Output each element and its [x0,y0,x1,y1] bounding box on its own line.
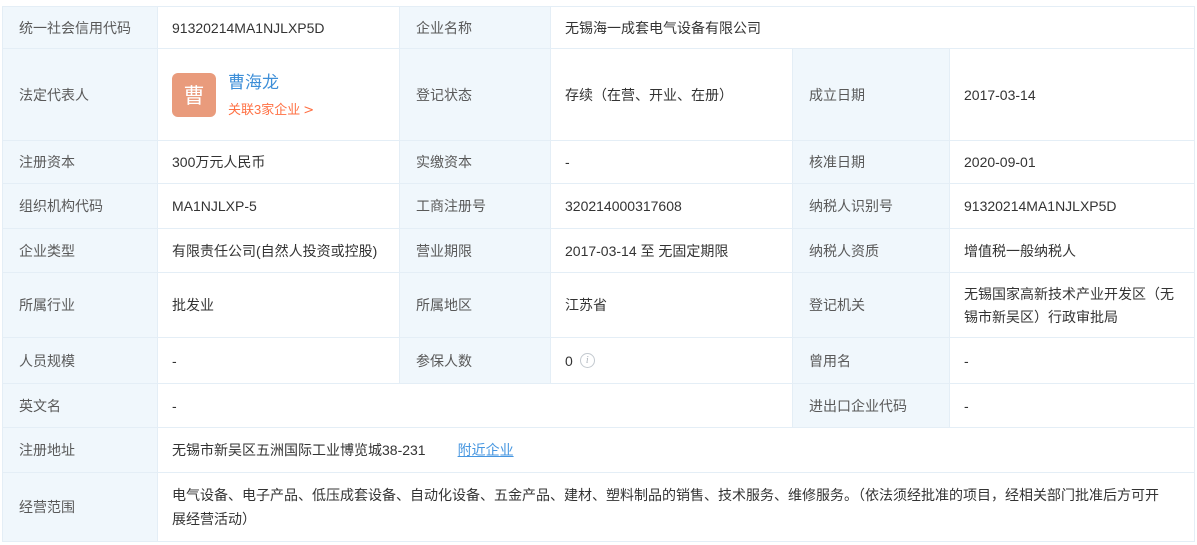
field-value-paid-capital: - [551,141,793,183]
field-label-reg-status: 登记状态 [400,49,551,140]
field-label-legal-rep: 法定代表人 [3,49,158,140]
table-row: 组织机构代码 MA1NJLXP-5 工商注册号 320214000317608 … [3,184,1194,229]
field-value-company-type: 有限责任公司(自然人投资或控股) [158,229,400,272]
nearby-companies-link[interactable]: 附近企业 [458,440,514,460]
field-value-establish-date: 2017-03-14 [950,49,1194,140]
field-value-english-name: - [158,384,793,427]
table-row: 经营范围 电气设备、电子产品、低压成套设备、自动化设备、五金产品、建材、塑料制品… [3,473,1194,541]
legal-rep-info: 曹海龙 关联3家企业> [228,72,314,118]
field-value-reg-status: 存续（在营、开业、在册） [551,49,793,140]
field-label-approval-date: 核准日期 [793,141,950,183]
chevron-right-icon: > [303,103,314,118]
field-label-org-code: 组织机构代码 [3,184,158,228]
field-value-company-name: 无锡海一成套电气设备有限公司 [551,7,1194,48]
field-label-paid-capital: 实缴资本 [400,141,551,183]
field-value-approval-date: 2020-09-01 [950,141,1194,183]
field-value-reg-capital: 300万元人民币 [158,141,400,183]
field-label-biz-reg-no: 工商注册号 [400,184,551,228]
field-label-establish-date: 成立日期 [793,49,950,140]
field-label-import-export-code: 进出口企业代码 [793,384,950,427]
field-value-reg-authority: 无锡国家高新技术产业开发区（无锡市新吴区）行政审批局 [950,273,1194,337]
field-value-credit-code: 91320214MA1NJLXP5D [158,7,400,48]
related-link-label: 关联3家企业 [228,102,300,117]
field-label-reg-authority: 登记机关 [793,273,950,337]
field-label-company-type: 企业类型 [3,229,158,272]
field-value-org-code: MA1NJLXP-5 [158,184,400,228]
field-value-insured-count: 0 i [551,338,793,383]
info-icon[interactable]: i [580,353,595,368]
field-value-biz-reg-no: 320214000317608 [551,184,793,228]
field-label-biz-term: 营业期限 [400,229,551,272]
legal-rep-name-link[interactable]: 曹海龙 [228,72,314,94]
field-value-biz-term: 2017-03-14 至 无固定期限 [551,229,793,272]
table-row: 注册地址 无锡市新吴区五洲国际工业博览城38-231 附近企业 [3,428,1194,473]
field-label-industry: 所属行业 [3,273,158,337]
field-value-business-scope: 电气设备、电子产品、低压成套设备、自动化设备、五金产品、建材、塑料制品的销售、技… [158,473,1194,541]
field-label-staff-size: 人员规模 [3,338,158,383]
field-label-reg-address: 注册地址 [3,428,158,472]
table-row: 人员规模 - 参保人数 0 i 曾用名 - [3,338,1194,384]
table-row: 所属行业 批发业 所属地区 江苏省 登记机关 无锡国家高新技术产业开发区（无锡市… [3,273,1194,338]
field-value-import-export-code: - [950,384,1194,427]
field-label-former-name: 曾用名 [793,338,950,383]
field-label-business-scope: 经营范围 [3,473,158,541]
field-label-insured-count: 参保人数 [400,338,551,383]
field-label-english-name: 英文名 [3,384,158,427]
field-value-taxpayer-quality: 增值税一般纳税人 [950,229,1194,272]
table-row: 法定代表人 曹 曹海龙 关联3家企业> 登记状态 存续（在营、开业、在册） 成立… [3,49,1194,141]
legal-rep-block: 曹 曹海龙 关联3家企业> [172,72,314,118]
insured-count-number: 0 [565,353,573,369]
field-value-legal-rep: 曹 曹海龙 关联3家企业> [158,49,400,140]
table-row: 注册资本 300万元人民币 实缴资本 - 核准日期 2020-09-01 [3,141,1194,184]
reg-address-text: 无锡市新吴区五洲国际工业博览城38-231 [172,440,426,460]
field-value-reg-address: 无锡市新吴区五洲国际工业博览城38-231 附近企业 [158,428,1194,472]
field-label-reg-capital: 注册资本 [3,141,158,183]
table-row: 企业类型 有限责任公司(自然人投资或控股) 营业期限 2017-03-14 至 … [3,229,1194,273]
company-info-table: 统一社会信用代码 91320214MA1NJLXP5D 企业名称 无锡海一成套电… [2,6,1195,542]
field-label-credit-code: 统一社会信用代码 [3,7,158,48]
field-label-region: 所属地区 [400,273,551,337]
legal-rep-avatar[interactable]: 曹 [172,73,216,117]
field-label-company-name: 企业名称 [400,7,551,48]
field-value-staff-size: - [158,338,400,383]
table-row: 英文名 - 进出口企业代码 - [3,384,1194,428]
table-row: 统一社会信用代码 91320214MA1NJLXP5D 企业名称 无锡海一成套电… [3,7,1194,49]
field-value-industry: 批发业 [158,273,400,337]
field-value-taxpayer-id: 91320214MA1NJLXP5D [950,184,1194,228]
field-label-taxpayer-id: 纳税人识别号 [793,184,950,228]
business-scope-text: 电气设备、电子产品、低压成套设备、自动化设备、五金产品、建材、塑料制品的销售、技… [172,483,1182,531]
reg-authority-text: 无锡国家高新技术产业开发区（无锡市新吴区）行政审批局 [964,281,1182,329]
field-label-taxpayer-quality: 纳税人资质 [793,229,950,272]
legal-rep-related-link[interactable]: 关联3家企业> [228,99,314,118]
field-value-former-name: - [950,338,1194,383]
field-value-region: 江苏省 [551,273,793,337]
